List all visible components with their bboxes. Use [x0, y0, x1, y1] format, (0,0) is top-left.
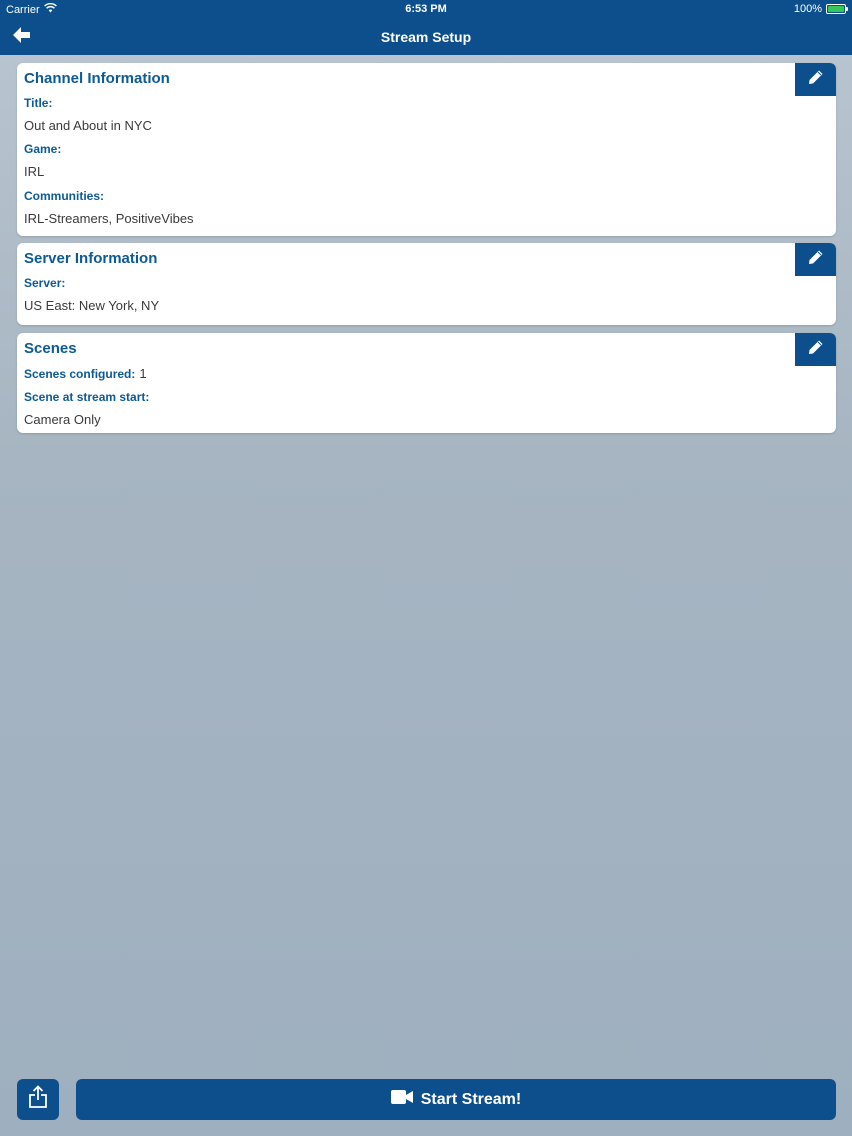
server-label: Server:	[24, 276, 66, 290]
scenes-heading: Scenes	[24, 340, 77, 357]
video-camera-icon	[390, 1090, 413, 1109]
game-label: Game:	[24, 142, 62, 156]
scene-start-label: Scene at stream start:	[24, 390, 150, 404]
battery-status: 100%	[793, 3, 848, 15]
scenes-card: Scenes Scenes configured: 1 Scene at stre…	[17, 333, 836, 433]
share-icon	[28, 1085, 48, 1114]
server-value: US East: New York, NY	[24, 298, 160, 313]
game-value: IRL	[24, 164, 45, 179]
pencil-icon	[808, 249, 824, 270]
start-stream-button[interactable]: Start Stream!	[76, 1079, 836, 1120]
channel-information-card: Channel Information Title: Out and About…	[17, 63, 836, 236]
scenes-configured-value: 1	[139, 366, 147, 381]
edit-channel-button[interactable]	[795, 63, 836, 96]
share-button[interactable]	[17, 1079, 59, 1120]
scene-start-value: Camera Only	[24, 412, 101, 427]
pencil-icon	[808, 339, 824, 360]
communities-label: Communities:	[24, 189, 105, 203]
status-bar: Carrier 6:53 PM 100%	[0, 0, 852, 19]
page-title: Stream Setup	[380, 29, 472, 45]
battery-percent: 100%	[793, 3, 822, 15]
title-value: Out and About in NYC	[24, 118, 152, 133]
scenes-configured-label: Scenes configured:	[24, 367, 136, 381]
server-information-heading: Server Information	[24, 250, 158, 267]
start-stream-label: Start Stream!	[420, 1090, 522, 1108]
status-time: 6:53 PM	[405, 3, 447, 15]
title-label: Title:	[24, 96, 53, 110]
edit-scenes-button[interactable]	[795, 333, 836, 366]
communities-value: IRL-Streamers, PositiveVibes	[24, 211, 194, 226]
navigation-bar: Stream Setup	[0, 19, 852, 55]
channel-information-heading: Channel Information	[24, 70, 170, 87]
battery-icon	[826, 4, 848, 14]
pencil-icon	[808, 69, 824, 90]
server-information-card: Server Information Server: US East: New …	[17, 243, 836, 325]
edit-server-button[interactable]	[795, 243, 836, 276]
scenes-configured-row: Scenes configured: 1	[24, 366, 147, 381]
